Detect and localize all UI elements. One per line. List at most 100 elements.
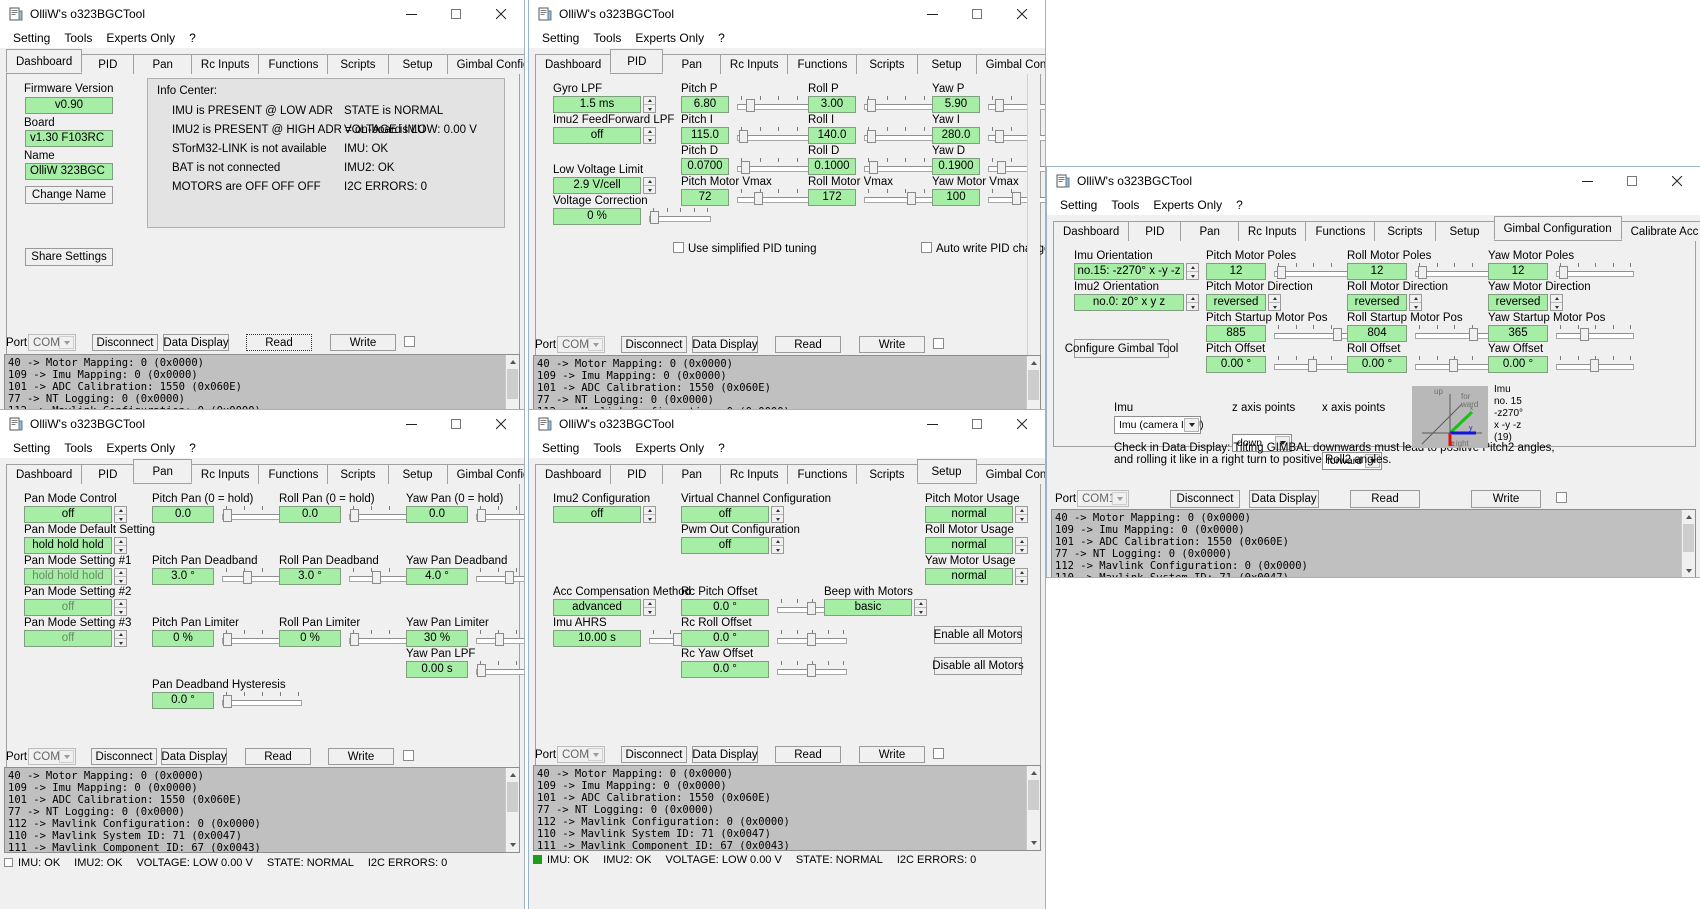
slider-thumb[interactable] — [754, 192, 763, 205]
gyro-lpf-value[interactable]: 1.5 ms — [553, 96, 641, 113]
menu-tools[interactable]: Tools — [57, 30, 99, 46]
tab-scripts[interactable]: Scripts — [856, 464, 918, 484]
menu-help[interactable]: ? — [711, 440, 732, 456]
scroll-down-icon[interactable] — [1682, 564, 1695, 577]
stepper-up-icon[interactable] — [1187, 295, 1198, 303]
slider-track[interactable] — [476, 576, 524, 582]
pitch-i-value[interactable]: 115.0 — [681, 127, 729, 144]
roll-pan-0-hold-value[interactable]: 0.0 — [279, 506, 341, 523]
slider-thumb[interactable] — [1559, 266, 1568, 279]
roll-motor-direction-stepper[interactable] — [1409, 294, 1422, 311]
titlebar-gimbal[interactable]: OlliW's o323BGCTool — [1047, 167, 1700, 195]
stepper-up-icon[interactable] — [644, 97, 655, 105]
acc-compensation-method-value[interactable]: advanced — [553, 599, 641, 616]
tab-pid[interactable]: PID — [81, 464, 135, 484]
titlebar-dashboard[interactable]: OlliW's o323BGCTool — [0, 0, 524, 28]
read-button[interactable]: Read — [246, 334, 312, 351]
pitch-motor-usage-stepper[interactable] — [1015, 506, 1028, 523]
pitch-motor-poles-value[interactable]: 12 — [1206, 263, 1266, 280]
chevron-down-icon[interactable] — [59, 750, 74, 763]
stepper-up-icon[interactable] — [644, 507, 655, 515]
scroll-thumb[interactable] — [507, 782, 518, 812]
tab-gimbal-configuration[interactable]: Gimbal Configuration — [975, 54, 1045, 74]
stepper-up-icon[interactable] — [1016, 569, 1027, 577]
menu-setting[interactable]: Setting — [6, 440, 57, 456]
scroll-up-icon[interactable] — [1027, 766, 1040, 780]
read-button[interactable]: Read — [775, 746, 841, 763]
tab-pan[interactable]: Pan — [133, 54, 192, 74]
pan-mode-default-setting-value[interactable]: hold hold hold — [24, 537, 112, 554]
pitch-motor-vmax-slider[interactable] — [737, 188, 819, 206]
stepper-up-icon[interactable] — [115, 569, 126, 577]
scroll-up-icon[interactable] — [1027, 356, 1040, 370]
pitch-motor-direction-value[interactable]: reversed — [1206, 294, 1266, 311]
tab-rc-inputs[interactable]: Rc Inputs — [1237, 221, 1307, 241]
slider-thumb[interactable] — [223, 633, 232, 646]
yaw-motor-direction-value[interactable]: reversed — [1488, 294, 1548, 311]
pitch-motor-usage-value[interactable]: normal — [925, 506, 1013, 523]
roll-pan-deadband-value[interactable]: 3.0 ° — [279, 568, 341, 585]
imu-ahrs-value[interactable]: 10.00 s — [553, 630, 641, 647]
tab-setup[interactable]: Setup — [1434, 221, 1495, 241]
yaw-motor-usage-stepper[interactable] — [1015, 568, 1028, 585]
stepper-up-icon[interactable] — [772, 538, 783, 546]
yaw-motor-direction-stepper[interactable] — [1550, 294, 1563, 311]
disconnect-button[interactable]: Disconnect — [91, 748, 157, 765]
tab-setup[interactable]: Setup — [916, 459, 977, 483]
scroll-thumb[interactable] — [1028, 780, 1039, 810]
maximize-button[interactable] — [955, 410, 1000, 438]
stepper-up-icon[interactable] — [1410, 295, 1421, 303]
console-scrollbar[interactable] — [1681, 510, 1695, 577]
pitch-startup-motor-pos-value[interactable]: 885 — [1206, 325, 1266, 342]
share-settings-button[interactable]: Share Settings — [25, 248, 113, 266]
yaw-offset-slider[interactable] — [1556, 355, 1634, 373]
port-select[interactable]: COM14 — [557, 746, 605, 763]
window-pan[interactable]: OlliW's o323BGCTool Setting Tools Expert… — [0, 409, 525, 909]
yaw-pan-limiter-value[interactable]: 30 % — [406, 630, 468, 647]
pitch-d-value[interactable]: 0.0700 — [681, 158, 729, 175]
pitch-d-slider[interactable] — [737, 157, 819, 175]
menubar-pid[interactable]: Setting Tools Experts Only ? — [529, 28, 1045, 48]
roll-p-value[interactable]: 3.00 — [808, 96, 856, 113]
auto-read-checkbox[interactable] — [933, 338, 944, 349]
menu-tools[interactable]: Tools — [586, 440, 628, 456]
tab-gimbal-configuration[interactable]: Gimbal Configuration — [975, 464, 1045, 484]
menu-setting[interactable]: Setting — [1053, 197, 1104, 213]
tab-pid[interactable]: PID — [81, 54, 135, 74]
pitch-startup-motor-pos-slider[interactable] — [1274, 324, 1352, 342]
slider-thumb[interactable] — [1469, 328, 1478, 341]
pitch-motor-poles-slider[interactable] — [1274, 262, 1352, 280]
slider-thumb[interactable] — [477, 509, 486, 522]
imu2-feedforward-lpf-value[interactable]: off — [553, 127, 641, 144]
console-scrollbar[interactable] — [1026, 356, 1040, 410]
read-button[interactable]: Read — [1350, 490, 1420, 508]
rc-pitch-offset-value[interactable]: 0.0 ° — [681, 599, 769, 616]
close-button[interactable] — [479, 0, 524, 28]
virtual-channel-configuration-value[interactable]: off — [681, 506, 769, 523]
stepper-down-icon[interactable] — [915, 608, 926, 615]
yaw-i-value[interactable]: 280.0 — [932, 127, 980, 144]
stepper-up-icon[interactable] — [772, 507, 783, 515]
tab-dashboard[interactable]: Dashboard — [535, 464, 612, 484]
low-voltage-limit-stepper[interactable] — [643, 177, 656, 194]
voltage-correction-slider[interactable] — [649, 207, 711, 225]
stepper-up-icon[interactable] — [115, 600, 126, 608]
pan-mode-control-stepper[interactable] — [114, 506, 127, 523]
menu-help[interactable]: ? — [182, 440, 203, 456]
board-value[interactable]: v1.30 F103RC — [25, 130, 113, 147]
slider-track[interactable] — [737, 197, 819, 203]
pitch-offset-slider[interactable] — [1274, 355, 1352, 373]
yaw-pan-lpf-slider[interactable] — [476, 660, 524, 678]
tab-scripts[interactable]: Scripts — [327, 464, 389, 484]
imu2-orientation-value[interactable]: no.0: z0° x y z — [1074, 294, 1184, 311]
read-button[interactable]: Read — [245, 748, 311, 765]
tab-calibrate-acc[interactable]: Calibrate Acc — [1620, 221, 1700, 241]
tab-pid[interactable]: PID — [610, 464, 664, 484]
yaw-motor-poles-slider[interactable] — [1556, 262, 1634, 280]
menu-tools[interactable]: Tools — [1104, 197, 1146, 213]
console-scrollbar[interactable] — [1026, 766, 1040, 850]
tab-setup[interactable]: Setup — [387, 464, 448, 484]
disable-all-motors-button[interactable]: Disable all Motors — [932, 657, 1024, 675]
rc-yaw-offset-slider[interactable] — [777, 660, 847, 678]
stepper-down-icon[interactable] — [772, 546, 783, 553]
